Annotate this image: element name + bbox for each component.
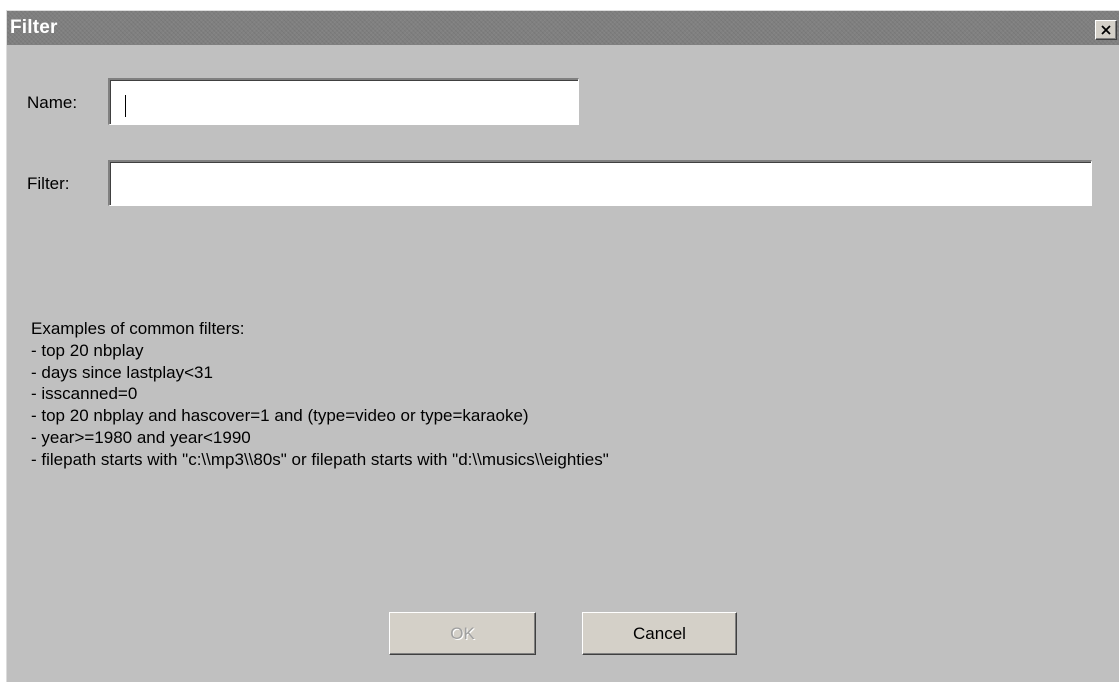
example-item: - year>=1980 and year<1990 xyxy=(31,427,251,447)
title-bar[interactable]: Filter xyxy=(7,11,1119,45)
example-item: - filepath starts with "c:\\mp3\\80s" or… xyxy=(31,449,609,469)
name-input[interactable] xyxy=(108,78,579,125)
close-button[interactable] xyxy=(1095,20,1117,40)
close-x-icon xyxy=(1101,25,1111,35)
dialog-title: Filter xyxy=(10,17,58,38)
filter-input[interactable] xyxy=(108,160,1092,206)
example-item: - isscanned=0 xyxy=(31,384,138,404)
examples-text: Examples of common filters: - top 20 nbp… xyxy=(31,318,609,471)
text-caret xyxy=(125,95,126,117)
ok-button[interactable]: OK xyxy=(389,612,536,655)
filter-label: Filter: xyxy=(27,174,70,193)
name-label: Name: xyxy=(27,93,78,112)
cancel-button[interactable]: Cancel xyxy=(582,612,737,655)
example-item: - top 20 nbplay and hascover=1 and (type… xyxy=(31,406,529,426)
example-item: - days since lastplay<31 xyxy=(31,362,213,382)
examples-heading: Examples of common filters: xyxy=(31,319,245,338)
filter-dialog: Filter Name: Filter: Examples of common … xyxy=(6,10,1119,682)
example-item: - top 20 nbplay xyxy=(31,340,144,360)
